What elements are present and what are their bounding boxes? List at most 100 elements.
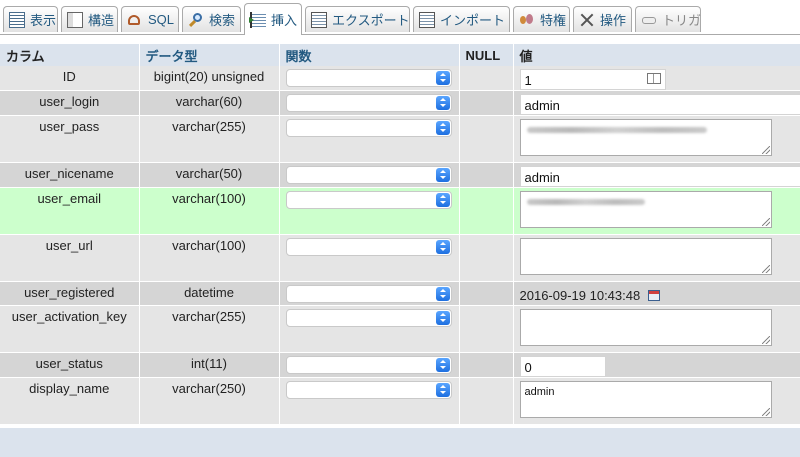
- column-name: user_url: [0, 234, 140, 282]
- blurred-text: [526, 127, 707, 133]
- function-cell: [279, 66, 460, 91]
- structure-icon: [67, 11, 83, 28]
- value-input-user-login[interactable]: admin: [519, 94, 800, 115]
- value-cell: admin: [513, 377, 800, 425]
- calendar-icon[interactable]: [648, 290, 661, 301]
- tab-triggers[interactable]: トリガ: [635, 6, 701, 32]
- table-row: user_nicename varchar(50) admin: [0, 162, 800, 188]
- table-row: ID bigint(20) unsigned 1: [0, 66, 800, 91]
- insert-table: カラム データ型 関数 NULL 値 ID bigint(20) unsigne…: [0, 44, 800, 425]
- null-cell: [459, 377, 514, 425]
- browse-values-icon[interactable]: [646, 73, 661, 84]
- select-arrows-icon: [435, 240, 450, 254]
- header-null: NULL: [459, 44, 514, 66]
- tab-label: 特権: [540, 13, 567, 28]
- privileges-icon: [519, 12, 535, 28]
- function-select[interactable]: [285, 238, 452, 256]
- function-cell: [279, 187, 460, 235]
- tab-label: SQL: [148, 12, 175, 27]
- function-cell: [279, 305, 460, 353]
- null-cell: [459, 234, 514, 282]
- value-cell: [513, 115, 800, 163]
- resize-grip-icon[interactable]: [761, 408, 770, 416]
- function-select[interactable]: [285, 309, 452, 327]
- value-textarea-user-url[interactable]: [519, 238, 772, 275]
- function-select[interactable]: [285, 94, 452, 112]
- column-name: user_nicename: [0, 162, 140, 188]
- function-select[interactable]: [285, 119, 452, 137]
- function-cell: [279, 234, 460, 282]
- column-name: user_status: [0, 352, 140, 378]
- header-function[interactable]: 関数: [279, 44, 460, 66]
- function-select[interactable]: [285, 381, 452, 399]
- value-cell: 0: [513, 352, 800, 378]
- resize-grip-icon[interactable]: [761, 336, 770, 344]
- resize-grip-icon[interactable]: [761, 265, 770, 273]
- function-cell: [279, 377, 460, 425]
- tab-bar: 表示 構造 SQL 検索 挿入 エクスポート インポート 特権 操作 トリガ: [0, 0, 800, 35]
- table-row: user_login varchar(60) admin: [0, 90, 800, 116]
- tab-label: 表示: [30, 13, 57, 28]
- header-value: 値: [513, 44, 800, 66]
- tab-browse[interactable]: 表示: [3, 6, 58, 32]
- import-icon: [419, 11, 435, 28]
- search-icon: [188, 12, 204, 28]
- table-row: user_registered datetime 2016-09-19 10:4…: [0, 281, 800, 306]
- function-select[interactable]: [285, 191, 452, 209]
- function-select[interactable]: [285, 166, 452, 184]
- sql-icon: [127, 12, 143, 28]
- column-name: user_activation_key: [0, 305, 140, 353]
- column-name: user_registered: [0, 281, 140, 306]
- null-cell: [459, 187, 514, 235]
- table-row: user_email varchar(100): [0, 187, 800, 235]
- tab-operations[interactable]: 操作: [573, 6, 632, 32]
- tab-search[interactable]: 検索: [182, 6, 241, 32]
- value-input-user-status[interactable]: 0: [519, 356, 606, 377]
- null-cell: [459, 281, 514, 306]
- tab-structure[interactable]: 構造: [61, 6, 118, 32]
- function-cell: [279, 115, 460, 163]
- table-row: user_url varchar(100): [0, 234, 800, 282]
- operations-icon: [579, 12, 595, 28]
- header-column: カラム: [0, 44, 140, 66]
- null-cell: [459, 90, 514, 116]
- column-type: int(11): [139, 352, 280, 378]
- value-textarea-user-email[interactable]: [519, 191, 772, 228]
- value-cell: [513, 234, 800, 282]
- column-type: bigint(20) unsigned: [139, 66, 280, 91]
- export-icon: [311, 11, 327, 28]
- tab-label: エクスポート: [332, 13, 410, 28]
- value-cell: [513, 305, 800, 353]
- value-textarea-display-name[interactable]: admin: [519, 381, 772, 418]
- value-input-id[interactable]: 1: [519, 69, 666, 90]
- column-name: user_login: [0, 90, 140, 116]
- header-type[interactable]: データ型: [139, 44, 280, 66]
- table-footer: [0, 428, 800, 457]
- column-type: varchar(255): [139, 305, 280, 353]
- tab-label: 挿入: [271, 13, 298, 28]
- insert-icon: [249, 11, 266, 28]
- value-textarea-user-activation-key[interactable]: [519, 309, 772, 346]
- value-input-user-registered[interactable]: 2016-09-19 10:43:48: [520, 288, 641, 303]
- tab-label: インポート: [440, 13, 506, 28]
- tab-privileges[interactable]: 特権: [513, 6, 570, 32]
- null-cell: [459, 352, 514, 378]
- value-input-user-nicename[interactable]: admin: [519, 166, 800, 187]
- select-arrows-icon: [435, 121, 450, 135]
- table-row: user_status int(11) 0: [0, 352, 800, 378]
- tab-sql[interactable]: SQL: [121, 6, 179, 32]
- value-textarea-user-pass[interactable]: [519, 119, 772, 156]
- tab-export[interactable]: エクスポート: [305, 6, 410, 32]
- resize-grip-icon[interactable]: [761, 146, 770, 154]
- function-select[interactable]: [285, 69, 452, 87]
- function-select[interactable]: [285, 285, 452, 303]
- select-arrows-icon: [435, 193, 450, 207]
- tab-insert[interactable]: 挿入: [244, 3, 302, 35]
- function-select[interactable]: [285, 356, 452, 374]
- value-cell: 1: [513, 66, 800, 91]
- column-name: ID: [0, 66, 140, 91]
- tab-import[interactable]: インポート: [413, 6, 510, 32]
- resize-grip-icon[interactable]: [761, 218, 770, 226]
- tab-label: 操作: [600, 13, 627, 28]
- header-row: カラム データ型 関数 NULL 値: [0, 44, 800, 66]
